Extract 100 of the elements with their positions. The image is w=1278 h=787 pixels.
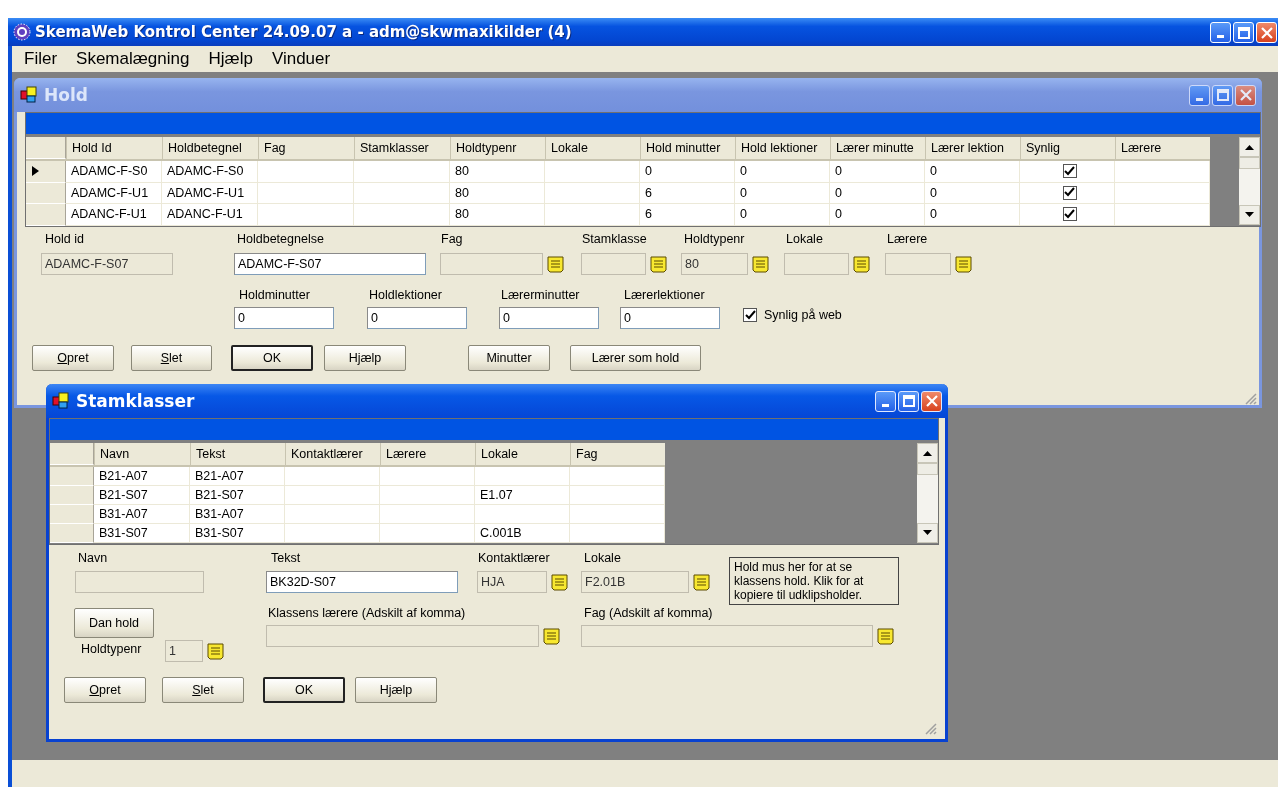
scroll-down-icon[interactable]	[923, 530, 932, 536]
scroll-up-icon[interactable]	[923, 450, 932, 456]
maximize-button[interactable]	[1212, 84, 1233, 106]
column-header[interactable]: Stamklasser	[354, 137, 450, 159]
field-label: Tekst	[271, 551, 301, 565]
table-cell: ADAMC-F-S0	[66, 161, 162, 183]
table-cell: 0	[830, 204, 925, 226]
column-header[interactable]: Lærer minutte	[830, 137, 925, 159]
scrollbar[interactable]	[1239, 137, 1260, 225]
table-cell: 0	[830, 161, 925, 183]
text-field[interactable]: ADAMC-F-S07	[234, 253, 426, 275]
column-header[interactable]: Lokale	[545, 137, 640, 159]
field-label: Holdtypenr	[684, 232, 745, 246]
checkbox[interactable]	[1062, 185, 1077, 200]
column-header[interactable]: Hold lektioner	[735, 137, 830, 159]
text-field[interactable]: 0	[234, 307, 334, 329]
close-button[interactable]	[921, 390, 942, 412]
text-field[interactable]: 0	[499, 307, 599, 329]
row-header[interactable]	[26, 161, 66, 183]
table-cell: ADAMC-F-S0	[162, 161, 258, 183]
scroll-down-icon[interactable]	[1245, 212, 1254, 218]
field-label: Fag	[441, 232, 463, 246]
scroll-up-icon[interactable]	[1245, 144, 1254, 150]
table-cell: ADANC-F-U1	[66, 204, 162, 226]
field-label: Lærerminutter	[501, 288, 580, 302]
checkmark-icon	[1064, 187, 1075, 199]
field-label: Stamklasse	[582, 232, 647, 246]
form-button[interactable]: Lærer som hold	[570, 345, 701, 371]
window-title: Stamklasser	[76, 391, 195, 411]
form-button[interactable]: Dan hold	[74, 608, 154, 638]
window-icon	[20, 86, 38, 104]
table-cell: ADANC-F-U1	[162, 204, 258, 226]
minimize-button[interactable]	[875, 390, 896, 412]
text-field[interactable]: 0	[367, 307, 467, 329]
scroll-thumb[interactable]	[1239, 157, 1260, 169]
resize-grip-icon[interactable]	[925, 723, 937, 735]
scroll-thumb[interactable]	[917, 463, 938, 475]
menu-item[interactable]: Filer	[24, 49, 58, 69]
table-cell: 80	[450, 204, 545, 226]
table-cell: 0	[735, 204, 830, 226]
column-header[interactable]: Kontaktlærer	[285, 443, 380, 465]
form-button[interactable]: Opret	[64, 677, 146, 703]
scrollbar[interactable]	[917, 443, 938, 543]
column-header[interactable]: Lærere	[380, 443, 475, 465]
column-header[interactable]: Lærer lektion	[925, 137, 1020, 159]
checkbox[interactable]	[1062, 164, 1077, 179]
column-header[interactable]: Synlig	[1020, 137, 1115, 159]
field-label: Lokale	[584, 551, 621, 565]
maximize-icon	[1237, 26, 1250, 39]
column-header[interactable]: Fag	[258, 137, 354, 159]
form-button[interactable]: Slet	[131, 345, 212, 371]
field-label: Lærerlektioner	[624, 288, 705, 302]
maximize-icon	[1216, 89, 1229, 101]
form-button[interactable]: Hjælp	[324, 345, 406, 371]
maximize-button[interactable]	[898, 390, 919, 412]
form-button[interactable]: Hjælp	[355, 677, 437, 703]
checkbox[interactable]	[743, 308, 757, 322]
menu-item[interactable]: Skemalægning	[76, 49, 190, 69]
field-label: Fag (Adskilt af komma)	[584, 606, 713, 620]
window-title-bar[interactable]: Stamklasser	[46, 384, 948, 418]
table-cell: B31-S07	[190, 524, 285, 543]
table-cell: 0	[735, 161, 830, 183]
form-button[interactable]: Minutter	[468, 345, 550, 371]
minimize-icon	[882, 403, 889, 407]
column-header[interactable]: Holdbetegnel	[162, 137, 258, 159]
field-label: Hold id	[45, 232, 84, 246]
menu-item[interactable]: Hjælp	[208, 49, 253, 69]
field-label: Navn	[78, 551, 108, 565]
table-cell: 80	[450, 161, 545, 183]
column-header[interactable]: Navn	[94, 443, 190, 465]
minimize-button[interactable]	[1189, 84, 1210, 106]
form-button[interactable]: Slet	[162, 677, 244, 703]
field-label: Holdlektioner	[369, 288, 442, 302]
resize-grip-icon[interactable]	[1245, 393, 1257, 405]
form-button[interactable]: OK	[263, 677, 345, 703]
table-cell: 6	[640, 204, 735, 226]
column-header[interactable]: Lokale	[475, 443, 570, 465]
table-cell: C.001B	[475, 524, 570, 543]
table-cell: 0	[925, 161, 1020, 183]
column-header[interactable]: Holdtypenr	[450, 137, 545, 159]
text-field[interactable]: BK32D-S07	[266, 571, 458, 593]
current-row-icon	[32, 166, 39, 177]
menu-item[interactable]: Vinduer	[271, 49, 331, 69]
field-label: Kontaktlærer	[478, 551, 550, 565]
form-button[interactable]: OK	[231, 345, 313, 371]
close-button[interactable]	[1235, 84, 1256, 106]
table-cell: B31-S07	[94, 524, 190, 543]
window-title: Hold	[44, 85, 88, 105]
checkbox[interactable]	[1062, 207, 1077, 222]
text-field[interactable]: 0	[620, 307, 720, 329]
close-icon	[1239, 89, 1252, 101]
column-header[interactable]: Hold minutter	[640, 137, 735, 159]
info-text[interactable]: Hold mus her for at se klassens hold. Klik for at kopiere til udklipsholder.	[729, 557, 899, 605]
app-logo-icon	[13, 23, 31, 41]
field-label: Lærere	[887, 232, 928, 246]
field-label: Holdbetegnelse	[237, 232, 324, 246]
column-header[interactable]: Hold Id	[66, 137, 162, 159]
field-label: Holdminutter	[239, 288, 310, 302]
column-header[interactable]: Tekst	[190, 443, 285, 465]
form-button[interactable]: Opret	[32, 345, 114, 371]
